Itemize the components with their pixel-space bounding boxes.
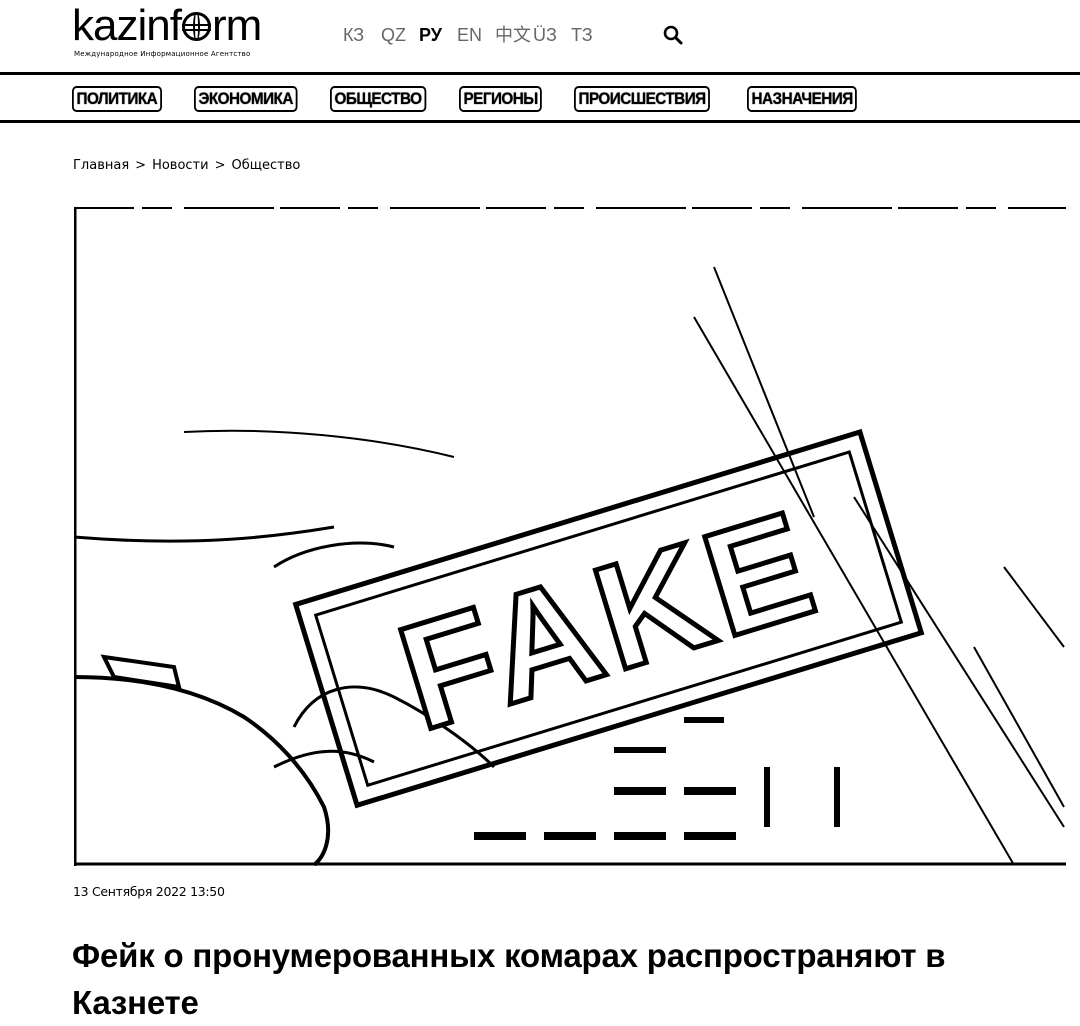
breadcrumb-news[interactable]: Новости bbox=[152, 157, 209, 175]
breadcrumb-home[interactable]: Главная bbox=[73, 157, 129, 175]
lang-en[interactable]: EN bbox=[457, 24, 495, 46]
breadcrumb: Главная > Новости > Общество bbox=[73, 157, 300, 175]
logo-tagline: Международное Информационное Агентство bbox=[74, 50, 251, 58]
nav-item-politics[interactable]: ПОЛИТИКА bbox=[72, 86, 162, 112]
lang-tz[interactable]: ТЗ bbox=[571, 24, 609, 46]
nav-item-appointments[interactable]: НАЗНАЧЕНИЯ bbox=[746, 86, 858, 112]
stamp-fake-text: FAKE bbox=[381, 477, 836, 762]
lang-qz[interactable]: QZ bbox=[381, 24, 419, 46]
nav-item-society[interactable]: ОБЩЕСТВО bbox=[330, 86, 427, 112]
nav-divider bbox=[0, 120, 1080, 123]
article-hero-image: FAKE bbox=[74, 207, 1066, 866]
category-nav: ПОЛИТИКА ЭКОНОМИКА ОБЩЕСТВО РЕГИОНЫ ПРОИ… bbox=[72, 86, 869, 112]
globe-icon bbox=[181, 12, 211, 41]
search-icon[interactable] bbox=[662, 24, 684, 46]
breadcrumb-society[interactable]: Общество bbox=[231, 157, 300, 175]
language-switcher: КЗ QZ РУ EN 中文 ÜЗ ТЗ bbox=[343, 24, 609, 46]
header-divider bbox=[0, 72, 1080, 75]
kazinform-logo[interactable]: kazinf rm Международное Информационное Аг… bbox=[72, 4, 312, 62]
lang-uz[interactable]: ÜЗ bbox=[533, 24, 571, 46]
article-date: 13 Сентября 2022 13:50 bbox=[73, 884, 225, 899]
article-title: Фейк о пронумерованных комарах распростр… bbox=[72, 937, 946, 1022]
nav-item-incidents[interactable]: ПРОИСШЕСТВИЯ bbox=[573, 86, 710, 112]
lang-zh[interactable]: 中文 bbox=[495, 24, 533, 46]
nav-item-regions[interactable]: РЕГИОНЫ bbox=[459, 86, 543, 112]
site-header: kazinf rm Международное Информационное Аг… bbox=[0, 0, 1080, 74]
breadcrumb-separator: > bbox=[214, 158, 226, 173]
breadcrumb-separator: > bbox=[135, 158, 147, 173]
logo-wordmark: kazinf rm bbox=[72, 1, 262, 50]
lang-ru[interactable]: РУ bbox=[419, 24, 457, 46]
lang-kz[interactable]: КЗ bbox=[343, 24, 381, 46]
nav-item-economy[interactable]: ЭКОНОМИКА bbox=[193, 86, 297, 112]
